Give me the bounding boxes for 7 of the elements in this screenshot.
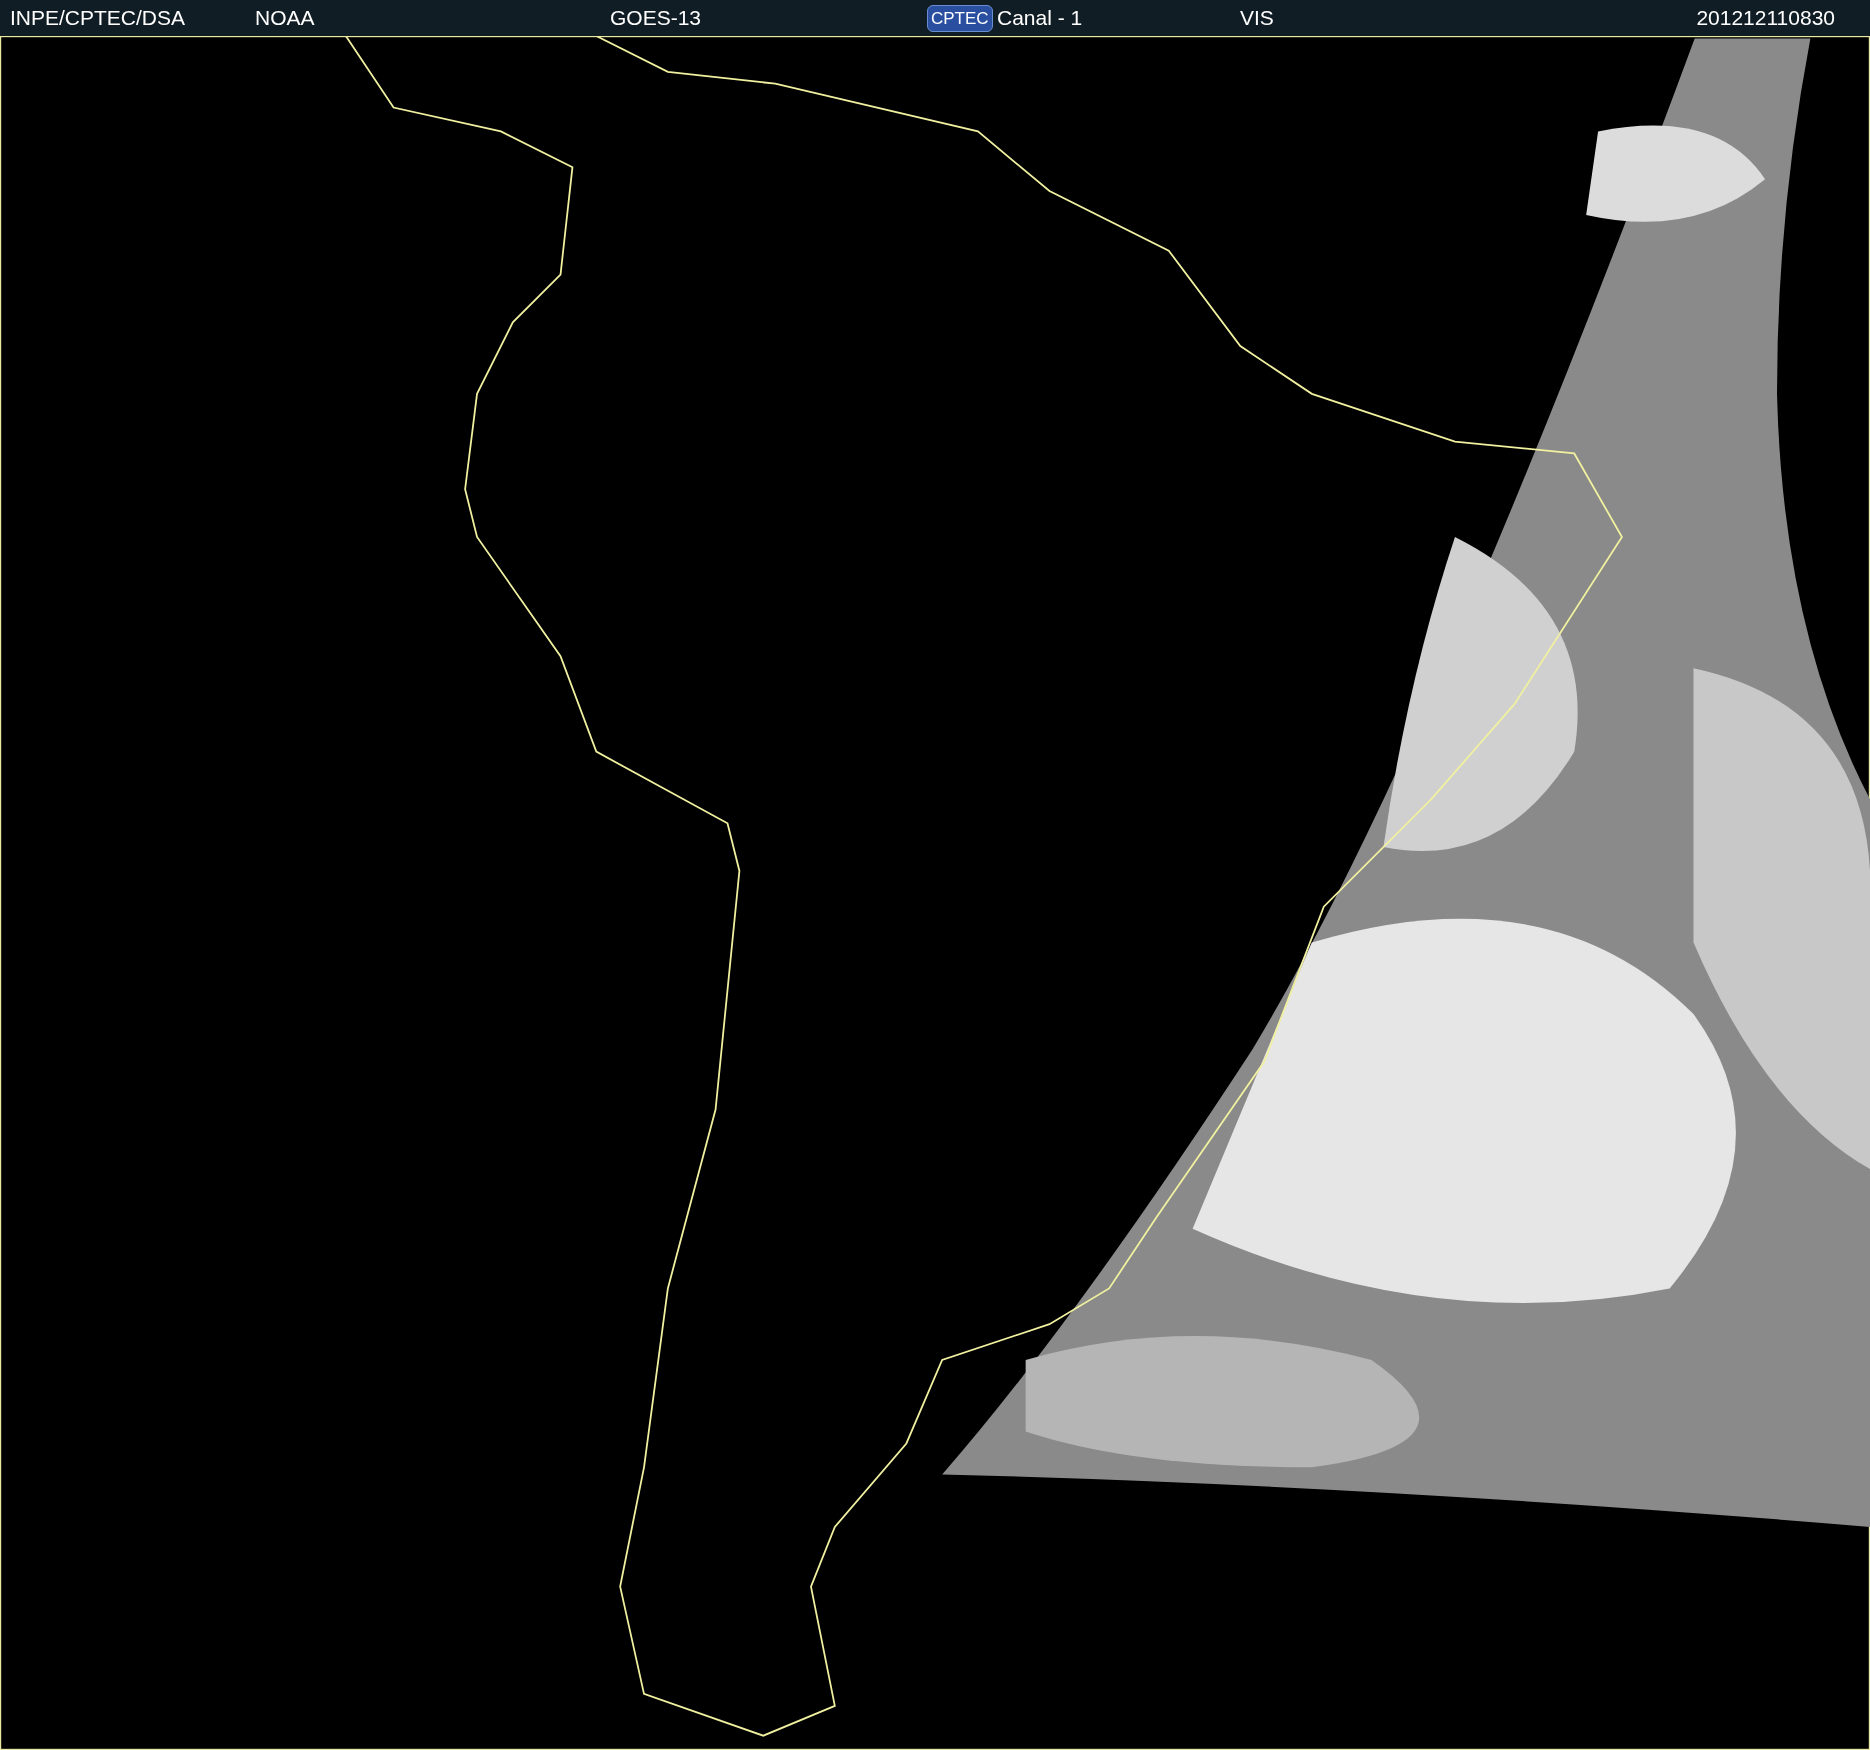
band-label: VIS: [1240, 6, 1274, 30]
agency-label: NOAA: [255, 6, 315, 30]
source-label: INPE/CPTEC/DSA: [10, 6, 186, 30]
logo: CPTEC: [927, 4, 993, 32]
satellite-label: GOES-13: [610, 6, 702, 30]
channel-label: Canal - 1: [997, 6, 1083, 30]
timestamp-label: 201212110830: [1696, 6, 1835, 30]
